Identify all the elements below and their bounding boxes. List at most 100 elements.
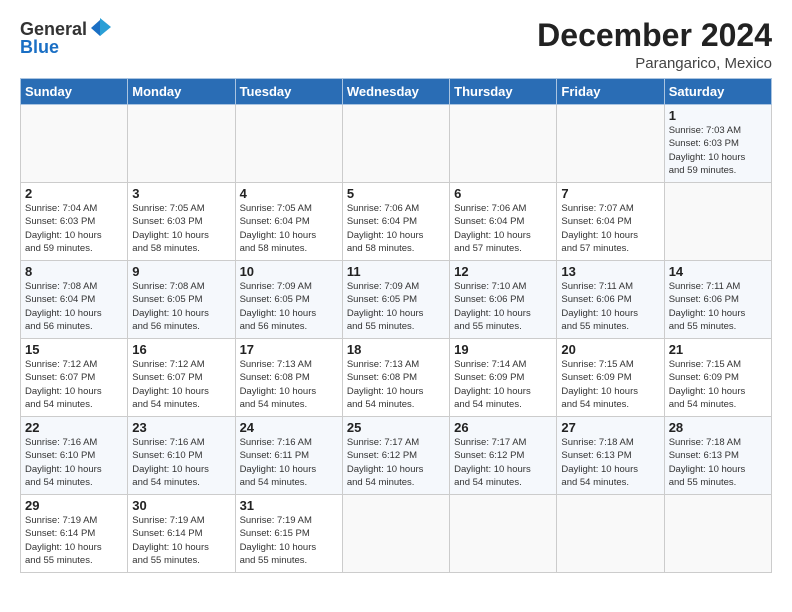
day-info: Sunrise: 7:19 AM Sunset: 6:14 PM Dayligh…: [132, 515, 209, 566]
logo-blue: Blue: [20, 37, 59, 58]
day-number: 12: [454, 264, 552, 279]
calendar-cell: 20 Sunrise: 7:15 AM Sunset: 6:09 PM Dayli…: [557, 339, 664, 417]
day-number: 11: [347, 264, 445, 279]
calendar-cell: [342, 105, 449, 183]
calendar-cell: 12 Sunrise: 7:10 AM Sunset: 6:06 PM Dayli…: [450, 261, 557, 339]
calendar-cell: [342, 495, 449, 573]
day-info: Sunrise: 7:18 AM Sunset: 6:13 PM Dayligh…: [669, 437, 746, 488]
calendar-cell: [21, 105, 128, 183]
day-number: 28: [669, 420, 767, 435]
day-number: 21: [669, 342, 767, 357]
day-info: Sunrise: 7:13 AM Sunset: 6:08 PM Dayligh…: [347, 359, 424, 410]
calendar-cell: 31Sunrise: 7:19 AM Sunset: 6:15 PM Dayli…: [235, 495, 342, 573]
day-number: 27: [561, 420, 659, 435]
day-info: Sunrise: 7:11 AM Sunset: 6:06 PM Dayligh…: [561, 281, 638, 332]
day-info: Sunrise: 7:09 AM Sunset: 6:05 PM Dayligh…: [240, 281, 317, 332]
day-info: Sunrise: 7:15 AM Sunset: 6:09 PM Dayligh…: [669, 359, 746, 410]
day-info: Sunrise: 7:04 AM Sunset: 6:03 PM Dayligh…: [25, 203, 102, 254]
day-info: Sunrise: 7:17 AM Sunset: 6:12 PM Dayligh…: [454, 437, 531, 488]
calendar-cell: 15 Sunrise: 7:12 AM Sunset: 6:07 PM Dayli…: [21, 339, 128, 417]
day-info: Sunrise: 7:16 AM Sunset: 6:10 PM Dayligh…: [25, 437, 102, 488]
weekday-header: Tuesday: [235, 79, 342, 105]
day-number: 30: [132, 498, 230, 513]
weekday-header: Friday: [557, 79, 664, 105]
day-info: Sunrise: 7:09 AM Sunset: 6:05 PM Dayligh…: [347, 281, 424, 332]
weekday-header: Wednesday: [342, 79, 449, 105]
calendar-cell: [128, 105, 235, 183]
calendar-table: SundayMondayTuesdayWednesdayThursdayFrid…: [20, 78, 772, 573]
day-number: 20: [561, 342, 659, 357]
calendar-cell: 7 Sunrise: 7:07 AM Sunset: 6:04 PM Daylig…: [557, 183, 664, 261]
day-number: 10: [240, 264, 338, 279]
logo: General Blue: [20, 18, 111, 58]
day-info: Sunrise: 7:16 AM Sunset: 6:10 PM Dayligh…: [132, 437, 209, 488]
day-info: Sunrise: 7:10 AM Sunset: 6:06 PM Dayligh…: [454, 281, 531, 332]
logo-flag-icon: [89, 18, 111, 41]
day-number: 8: [25, 264, 123, 279]
day-number: 3: [132, 186, 230, 201]
day-info: Sunrise: 7:17 AM Sunset: 6:12 PM Dayligh…: [347, 437, 424, 488]
calendar-cell: 5Sunrise: 7:06 AM Sunset: 6:04 PM Daylig…: [342, 183, 449, 261]
day-number: 19: [454, 342, 552, 357]
day-info: Sunrise: 7:11 AM Sunset: 6:06 PM Dayligh…: [669, 281, 746, 332]
calendar-cell: 21 Sunrise: 7:15 AM Sunset: 6:09 PM Dayli…: [664, 339, 771, 417]
day-info: Sunrise: 7:13 AM Sunset: 6:08 PM Dayligh…: [240, 359, 317, 410]
calendar-cell: 4Sunrise: 7:05 AM Sunset: 6:04 PM Daylig…: [235, 183, 342, 261]
calendar-cell: 24Sunrise: 7:16 AM Sunset: 6:11 PM Dayli…: [235, 417, 342, 495]
day-number: 18: [347, 342, 445, 357]
day-number: 16: [132, 342, 230, 357]
calendar-cell: [235, 105, 342, 183]
calendar-cell: 16Sunrise: 7:12 AM Sunset: 6:07 PM Dayli…: [128, 339, 235, 417]
day-number: 25: [347, 420, 445, 435]
day-info: Sunrise: 7:05 AM Sunset: 6:04 PM Dayligh…: [240, 203, 317, 254]
calendar-cell: 1 Sunrise: 7:03 AM Sunset: 6:03 PM Daylig…: [664, 105, 771, 183]
day-info: Sunrise: 7:07 AM Sunset: 6:04 PM Dayligh…: [561, 203, 638, 254]
title-block: December 2024 Parangarico, Mexico: [537, 18, 772, 72]
calendar-cell: 23Sunrise: 7:16 AM Sunset: 6:10 PM Dayli…: [128, 417, 235, 495]
calendar-cell: 2 Sunrise: 7:04 AM Sunset: 6:03 PM Daylig…: [21, 183, 128, 261]
day-info: Sunrise: 7:08 AM Sunset: 6:04 PM Dayligh…: [25, 281, 102, 332]
weekday-header: Thursday: [450, 79, 557, 105]
day-number: 29: [25, 498, 123, 513]
day-number: 26: [454, 420, 552, 435]
day-info: Sunrise: 7:15 AM Sunset: 6:09 PM Dayligh…: [561, 359, 638, 410]
day-number: 22: [25, 420, 123, 435]
day-info: Sunrise: 7:06 AM Sunset: 6:04 PM Dayligh…: [347, 203, 424, 254]
calendar-cell: 6 Sunrise: 7:06 AM Sunset: 6:04 PM Daylig…: [450, 183, 557, 261]
day-info: Sunrise: 7:19 AM Sunset: 6:15 PM Dayligh…: [240, 515, 317, 566]
calendar-cell: 14Sunrise: 7:11 AM Sunset: 6:06 PM Dayli…: [664, 261, 771, 339]
day-number: 6: [454, 186, 552, 201]
day-number: 7: [561, 186, 659, 201]
calendar-cell: 29 Sunrise: 7:19 AM Sunset: 6:14 PM Dayli…: [21, 495, 128, 573]
day-number: 9: [132, 264, 230, 279]
day-number: 17: [240, 342, 338, 357]
calendar-cell: 3 Sunrise: 7:05 AM Sunset: 6:03 PM Daylig…: [128, 183, 235, 261]
weekday-header: Saturday: [664, 79, 771, 105]
day-info: Sunrise: 7:19 AM Sunset: 6:14 PM Dayligh…: [25, 515, 102, 566]
day-number: 1: [669, 108, 767, 123]
day-info: Sunrise: 7:18 AM Sunset: 6:13 PM Dayligh…: [561, 437, 638, 488]
day-number: 13: [561, 264, 659, 279]
calendar-cell: [450, 105, 557, 183]
day-info: Sunrise: 7:03 AM Sunset: 6:03 PM Dayligh…: [669, 125, 746, 176]
day-info: Sunrise: 7:06 AM Sunset: 6:04 PM Dayligh…: [454, 203, 531, 254]
calendar-cell: 8 Sunrise: 7:08 AM Sunset: 6:04 PM Daylig…: [21, 261, 128, 339]
day-number: 24: [240, 420, 338, 435]
calendar-cell: 26 Sunrise: 7:17 AM Sunset: 6:12 PM Dayli…: [450, 417, 557, 495]
calendar-cell: 25 Sunrise: 7:17 AM Sunset: 6:12 PM Dayli…: [342, 417, 449, 495]
calendar-cell: 10 Sunrise: 7:09 AM Sunset: 6:05 PM Dayli…: [235, 261, 342, 339]
calendar-cell: [664, 183, 771, 261]
day-info: Sunrise: 7:05 AM Sunset: 6:03 PM Dayligh…: [132, 203, 209, 254]
day-info: Sunrise: 7:12 AM Sunset: 6:07 PM Dayligh…: [25, 359, 102, 410]
month-title: December 2024: [537, 18, 772, 53]
weekday-header: Monday: [128, 79, 235, 105]
calendar-cell: 30 Sunrise: 7:19 AM Sunset: 6:14 PM Dayli…: [128, 495, 235, 573]
calendar-cell: 13 Sunrise: 7:11 AM Sunset: 6:06 PM Dayli…: [557, 261, 664, 339]
day-number: 2: [25, 186, 123, 201]
calendar-cell: 11 Sunrise: 7:09 AM Sunset: 6:05 PM Dayli…: [342, 261, 449, 339]
calendar-cell: 18 Sunrise: 7:13 AM Sunset: 6:08 PM Dayli…: [342, 339, 449, 417]
day-number: 15: [25, 342, 123, 357]
location-title: Parangarico, Mexico: [537, 55, 772, 72]
calendar-cell: [664, 495, 771, 573]
calendar-cell: [557, 495, 664, 573]
